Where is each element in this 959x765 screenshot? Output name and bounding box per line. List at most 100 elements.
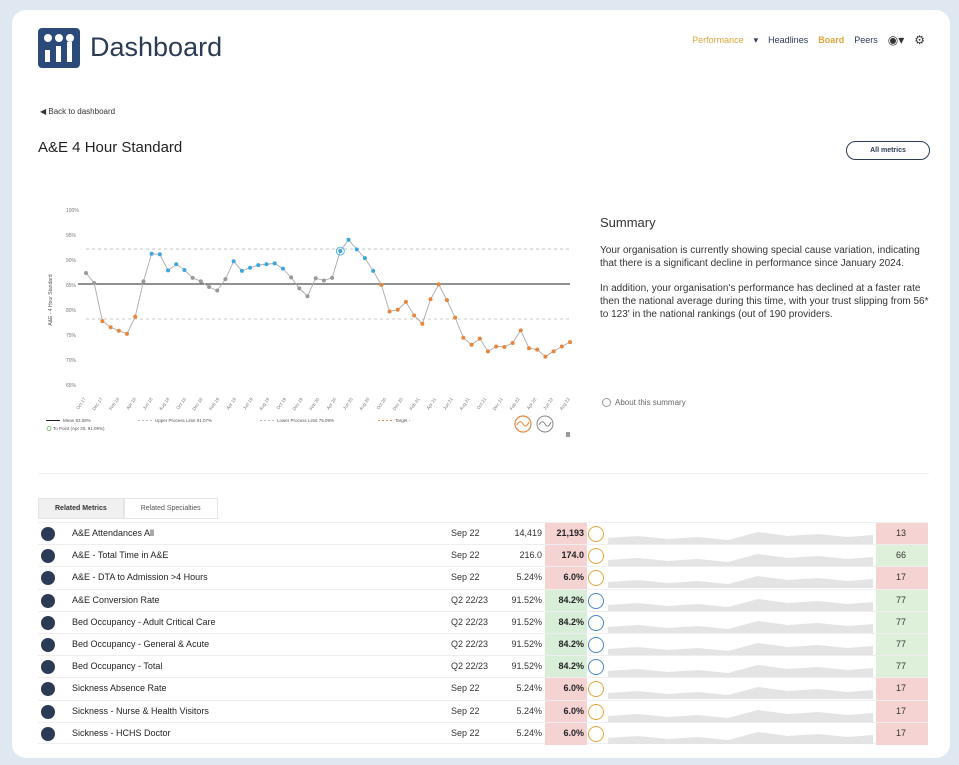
metric-name[interactable]: Bed Occupancy - Total (72, 661, 162, 671)
nav-headlines[interactable]: Headlines (768, 35, 808, 45)
y-tick-label: 80% (66, 308, 77, 314)
metric-name[interactable]: A&E Conversion Rate (72, 595, 160, 605)
metric-current-value: 84.2% (545, 611, 587, 634)
metric-name[interactable]: A&E - DTA to Admission >4 Hours (72, 572, 208, 582)
variation-icon[interactable] (588, 614, 604, 631)
data-point (182, 267, 187, 272)
variation-icon[interactable] (588, 636, 604, 653)
tab-related-metrics[interactable]: Related Metrics (38, 498, 124, 519)
variation-icon[interactable] (588, 725, 604, 742)
x-tick-label: Oct 20 (376, 396, 388, 410)
variation-icon[interactable] (588, 659, 604, 676)
settings-icon[interactable]: ⚙ (914, 33, 925, 47)
metric-name[interactable]: Sickness Absence Rate (72, 683, 167, 693)
metric-rank: 77 (876, 589, 928, 612)
x-tick-label: Aug 22 (559, 396, 572, 411)
data-point (223, 277, 228, 282)
data-point (338, 249, 343, 254)
table-row[interactable]: A&E Attendances All Sep 22 14,419 21,193… (38, 522, 928, 545)
metric-name[interactable]: A&E - Total Time in A&E (72, 550, 168, 560)
data-point (387, 309, 392, 314)
metric-period: Sep 22 (451, 727, 480, 738)
page-title: A&E 4 Hour Standard (38, 139, 183, 156)
data-point (297, 286, 302, 291)
data-point (559, 344, 564, 349)
table-row[interactable]: Sickness Absence Rate Sep 22 5.24% 6.0% … (38, 677, 928, 701)
nav-board[interactable]: Board (818, 35, 844, 45)
data-point (174, 262, 179, 267)
sparkline (608, 642, 873, 655)
metric-name[interactable]: Bed Occupancy - Adult Critical Care (72, 617, 216, 627)
x-tick-label: Jun 20 (342, 396, 354, 410)
table-row[interactable]: Sickness - HCHS Doctor Sep 22 5.24% 6.0%… (38, 721, 928, 745)
table-row[interactable]: Sickness - Nurse & Health Visitors Sep 2… (38, 699, 928, 723)
nav-performance[interactable]: Performance (692, 35, 744, 45)
table-row[interactable]: Bed Occupancy - Adult Critical Care Q2 2… (38, 610, 928, 634)
metric-period: Q2 22/23 (451, 638, 489, 649)
sparkline (608, 576, 873, 589)
x-tick-label: Aug 18 (158, 396, 171, 411)
data-point (116, 328, 121, 333)
metric-current-value: 84.2% (545, 656, 587, 679)
table-row[interactable]: Bed Occupancy - Total Q2 22/23 91.52% 84… (38, 655, 928, 679)
x-tick-label: Apr 22 (526, 396, 538, 410)
x-tick-label: Dec 20 (392, 396, 405, 411)
metric-previous-value: 91.52% (511, 661, 542, 672)
user-icon[interactable]: ◉▾ (888, 33, 905, 47)
metric-type-icon (41, 682, 55, 697)
nav-peers[interactable]: Peers (854, 35, 878, 45)
variation-icon[interactable] (588, 526, 604, 542)
all-metrics-button[interactable]: All metrics (846, 141, 930, 160)
table-row[interactable]: A&E Conversion Rate Q2 22/23 91.52% 84.2… (38, 588, 928, 612)
metric-type-icon (41, 726, 55, 741)
metric-name[interactable]: A&E Attendances All (72, 528, 154, 538)
data-point (231, 259, 236, 264)
metric-current-value: 6.0% (545, 567, 587, 590)
data-point (485, 349, 490, 354)
data-point (92, 281, 97, 286)
back-link[interactable]: ◀ Back to dashboard (40, 107, 115, 116)
metric-name[interactable]: Sickness - HCHS Doctor (72, 728, 171, 738)
table-row[interactable]: Bed Occupancy - General & Acute Q2 22/23… (38, 632, 928, 656)
x-tick-label: Aug 20 (358, 396, 371, 411)
y-axis-label: A&E - 4 Hour Standard (48, 274, 54, 325)
tab-related-specialties[interactable]: Related Specialties (123, 498, 218, 519)
metric-previous-value: 5.24% (516, 572, 542, 583)
metric-name[interactable]: Bed Occupancy - General & Acute (72, 639, 209, 649)
sparkline (608, 620, 873, 633)
variation-icon[interactable] (588, 703, 604, 720)
x-tick-label: Oct 19 (275, 396, 287, 410)
variation-icon[interactable] (588, 548, 604, 565)
focus-point-legend-swatch (46, 426, 52, 431)
variation-icon[interactable] (588, 570, 604, 587)
x-tick-label: Oct 18 (175, 396, 187, 410)
data-point (444, 298, 449, 303)
x-tick-label: Jun 19 (242, 396, 254, 410)
metric-previous-value: 5.24% (516, 705, 542, 716)
metric-rank: 77 (876, 611, 928, 634)
summary-paragraph-2: In addition, your organisation's perform… (600, 282, 929, 320)
data-point (526, 346, 531, 351)
x-tick-label: Feb 22 (509, 396, 521, 411)
metric-current-value: 174.0 (545, 545, 587, 568)
x-tick-label: Oct 17 (75, 396, 87, 410)
metric-name[interactable]: Sickness - Nurse & Health Visitors (72, 706, 209, 716)
about-summary-link[interactable]: About this summary (602, 398, 686, 407)
info-icon (602, 398, 611, 407)
people-chart-logo[interactable] (38, 28, 80, 68)
table-row[interactable]: A&E - DTA to Admission >4 Hours Sep 22 5… (38, 566, 928, 590)
data-point (239, 268, 244, 273)
data-point (272, 261, 277, 266)
variation-icon[interactable] (588, 592, 604, 609)
data-point (568, 340, 572, 345)
data-point (543, 354, 548, 359)
table-row[interactable]: A&E - Total Time in A&E Sep 22 216.0 174… (38, 544, 928, 568)
x-tick-label: Dec 18 (191, 396, 204, 411)
metric-current-value: 6.0% (545, 700, 587, 723)
spc-chart: 100% 95% 90% 85% 80% 75% 70% 65% A&E - 4 Hour St… (46, 208, 572, 437)
chevron-down-icon[interactable]: ▾ (754, 35, 759, 46)
variation-icon[interactable] (588, 681, 604, 698)
summary-panel: Summary Your organisation is currently s… (600, 215, 935, 333)
section-divider (38, 473, 929, 474)
sparkline (608, 731, 873, 744)
